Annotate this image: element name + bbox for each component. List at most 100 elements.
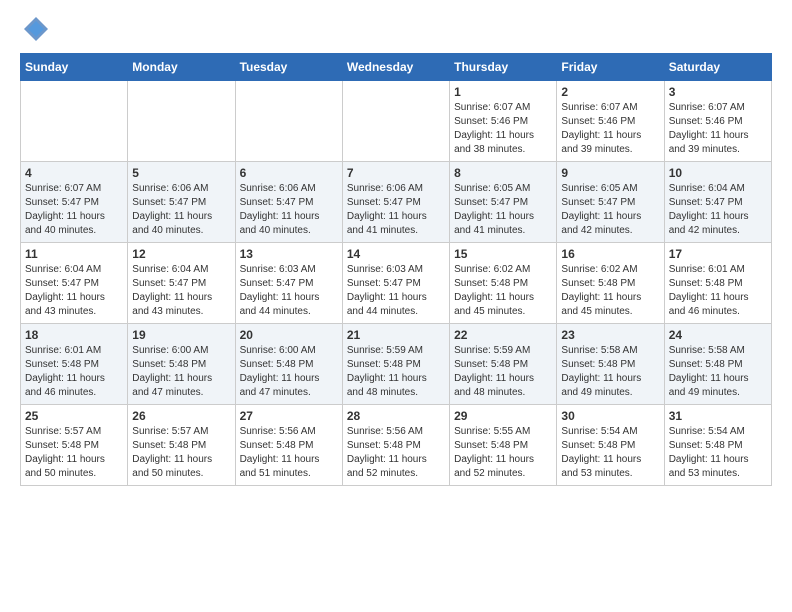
day-cell: 28 Sunrise: 5:56 AM Sunset: 5:48 PM Dayli… <box>342 405 449 486</box>
day-number: 8 <box>454 166 552 180</box>
weekday-header-row: SundayMondayTuesdayWednesdayThursdayFrid… <box>21 54 772 81</box>
day-info: Sunrise: 5:58 AM Sunset: 5:48 PM Dayligh… <box>561 344 659 400</box>
day-cell: 10 Sunrise: 6:04 AM Sunset: 5:47 PM Dayli… <box>664 162 771 243</box>
day-number: 7 <box>347 166 445 180</box>
day-info: Sunrise: 6:02 AM Sunset: 5:48 PM Dayligh… <box>561 263 659 319</box>
day-cell: 22 Sunrise: 5:59 AM Sunset: 5:48 PM Dayli… <box>450 324 557 405</box>
day-info: Sunrise: 6:00 AM Sunset: 5:48 PM Dayligh… <box>132 344 230 400</box>
day-cell: 19 Sunrise: 6:00 AM Sunset: 5:48 PM Dayli… <box>128 324 235 405</box>
day-info: Sunrise: 6:05 AM Sunset: 5:47 PM Dayligh… <box>454 182 552 238</box>
day-number: 14 <box>347 247 445 261</box>
week-row-3: 11Sunrise: 6:04 AM Sunset: 5:47 PM Dayli… <box>21 243 772 324</box>
weekday-header-sunday: Sunday <box>21 54 128 81</box>
day-info: Sunrise: 5:59 AM Sunset: 5:48 PM Dayligh… <box>347 344 445 400</box>
day-info: Sunrise: 5:54 AM Sunset: 5:48 PM Dayligh… <box>669 425 767 481</box>
day-cell: 6 Sunrise: 6:06 AM Sunset: 5:47 PM Daylig… <box>235 162 342 243</box>
day-cell <box>128 81 235 162</box>
day-number: 19 <box>132 328 230 342</box>
day-cell: 30 Sunrise: 5:54 AM Sunset: 5:48 PM Dayli… <box>557 405 664 486</box>
day-cell: 26Sunrise: 5:57 AM Sunset: 5:48 PM Dayli… <box>128 405 235 486</box>
weekday-header-tuesday: Tuesday <box>235 54 342 81</box>
day-cell: 21 Sunrise: 5:59 AM Sunset: 5:48 PM Dayli… <box>342 324 449 405</box>
week-row-1: 1 Sunrise: 6:07 AM Sunset: 5:46 PM Daylig… <box>21 81 772 162</box>
day-cell: 16Sunrise: 6:02 AM Sunset: 5:48 PM Dayli… <box>557 243 664 324</box>
day-info: Sunrise: 5:57 AM Sunset: 5:48 PM Dayligh… <box>132 425 230 481</box>
day-number: 21 <box>347 328 445 342</box>
day-info: Sunrise: 5:59 AM Sunset: 5:48 PM Dayligh… <box>454 344 552 400</box>
day-number: 13 <box>240 247 338 261</box>
day-number: 29 <box>454 409 552 423</box>
weekday-header-friday: Friday <box>557 54 664 81</box>
week-row-4: 18Sunrise: 6:01 AM Sunset: 5:48 PM Dayli… <box>21 324 772 405</box>
day-info: Sunrise: 6:07 AM Sunset: 5:46 PM Dayligh… <box>454 101 552 157</box>
calendar-body: 1 Sunrise: 6:07 AM Sunset: 5:46 PM Daylig… <box>21 81 772 486</box>
day-number: 1 <box>454 85 552 99</box>
day-number: 4 <box>25 166 123 180</box>
page-header <box>20 20 772 43</box>
day-cell: 7 Sunrise: 6:06 AM Sunset: 5:47 PM Daylig… <box>342 162 449 243</box>
day-cell: 1 Sunrise: 6:07 AM Sunset: 5:46 PM Daylig… <box>450 81 557 162</box>
day-number: 20 <box>240 328 338 342</box>
day-info: Sunrise: 6:06 AM Sunset: 5:47 PM Dayligh… <box>132 182 230 238</box>
day-number: 10 <box>669 166 767 180</box>
day-cell: 24Sunrise: 5:58 AM Sunset: 5:48 PM Dayli… <box>664 324 771 405</box>
day-cell: 5 Sunrise: 6:06 AM Sunset: 5:47 PM Daylig… <box>128 162 235 243</box>
day-cell <box>235 81 342 162</box>
day-cell: 14 Sunrise: 6:03 AM Sunset: 5:47 PM Dayli… <box>342 243 449 324</box>
day-number: 30 <box>561 409 659 423</box>
day-cell: 29 Sunrise: 5:55 AM Sunset: 5:48 PM Dayli… <box>450 405 557 486</box>
day-number: 5 <box>132 166 230 180</box>
day-cell <box>342 81 449 162</box>
day-info: Sunrise: 5:57 AM Sunset: 5:48 PM Dayligh… <box>25 425 123 481</box>
day-number: 9 <box>561 166 659 180</box>
day-number: 17 <box>669 247 767 261</box>
day-cell: 31 Sunrise: 5:54 AM Sunset: 5:48 PM Dayli… <box>664 405 771 486</box>
day-number: 31 <box>669 409 767 423</box>
day-cell: 15 Sunrise: 6:02 AM Sunset: 5:48 PM Dayli… <box>450 243 557 324</box>
day-number: 3 <box>669 85 767 99</box>
day-cell: 2 Sunrise: 6:07 AM Sunset: 5:46 PM Daylig… <box>557 81 664 162</box>
day-cell: 9Sunrise: 6:05 AM Sunset: 5:47 PM Daylig… <box>557 162 664 243</box>
day-info: Sunrise: 6:03 AM Sunset: 5:47 PM Dayligh… <box>240 263 338 319</box>
day-number: 6 <box>240 166 338 180</box>
day-info: Sunrise: 6:04 AM Sunset: 5:47 PM Dayligh… <box>132 263 230 319</box>
calendar-header: SundayMondayTuesdayWednesdayThursdayFrid… <box>21 54 772 81</box>
day-number: 28 <box>347 409 445 423</box>
day-info: Sunrise: 5:56 AM Sunset: 5:48 PM Dayligh… <box>347 425 445 481</box>
day-info: Sunrise: 6:00 AM Sunset: 5:48 PM Dayligh… <box>240 344 338 400</box>
day-cell: 20 Sunrise: 6:00 AM Sunset: 5:48 PM Dayli… <box>235 324 342 405</box>
day-info: Sunrise: 6:03 AM Sunset: 5:47 PM Dayligh… <box>347 263 445 319</box>
day-info: Sunrise: 6:04 AM Sunset: 5:47 PM Dayligh… <box>669 182 767 238</box>
day-number: 27 <box>240 409 338 423</box>
day-cell: 11Sunrise: 6:04 AM Sunset: 5:47 PM Dayli… <box>21 243 128 324</box>
week-row-5: 25 Sunrise: 5:57 AM Sunset: 5:48 PM Dayli… <box>21 405 772 486</box>
day-info: Sunrise: 6:07 AM Sunset: 5:46 PM Dayligh… <box>669 101 767 157</box>
calendar-table: SundayMondayTuesdayWednesdayThursdayFrid… <box>20 53 772 486</box>
day-cell: 8 Sunrise: 6:05 AM Sunset: 5:47 PM Daylig… <box>450 162 557 243</box>
day-info: Sunrise: 5:54 AM Sunset: 5:48 PM Dayligh… <box>561 425 659 481</box>
day-info: Sunrise: 5:56 AM Sunset: 5:48 PM Dayligh… <box>240 425 338 481</box>
day-cell: 23Sunrise: 5:58 AM Sunset: 5:48 PM Dayli… <box>557 324 664 405</box>
day-info: Sunrise: 6:01 AM Sunset: 5:48 PM Dayligh… <box>669 263 767 319</box>
day-cell: 13 Sunrise: 6:03 AM Sunset: 5:47 PM Dayli… <box>235 243 342 324</box>
day-info: Sunrise: 6:02 AM Sunset: 5:48 PM Dayligh… <box>454 263 552 319</box>
day-cell: 4Sunrise: 6:07 AM Sunset: 5:47 PM Daylig… <box>21 162 128 243</box>
day-number: 15 <box>454 247 552 261</box>
day-info: Sunrise: 5:55 AM Sunset: 5:48 PM Dayligh… <box>454 425 552 481</box>
day-cell: 12 Sunrise: 6:04 AM Sunset: 5:47 PM Dayli… <box>128 243 235 324</box>
weekday-header-wednesday: Wednesday <box>342 54 449 81</box>
day-number: 24 <box>669 328 767 342</box>
day-number: 25 <box>25 409 123 423</box>
day-cell: 27 Sunrise: 5:56 AM Sunset: 5:48 PM Dayli… <box>235 405 342 486</box>
day-number: 2 <box>561 85 659 99</box>
day-number: 22 <box>454 328 552 342</box>
day-info: Sunrise: 6:07 AM Sunset: 5:46 PM Dayligh… <box>561 101 659 157</box>
weekday-header-monday: Monday <box>128 54 235 81</box>
day-info: Sunrise: 6:06 AM Sunset: 5:47 PM Dayligh… <box>240 182 338 238</box>
day-cell <box>21 81 128 162</box>
day-number: 12 <box>132 247 230 261</box>
day-info: Sunrise: 6:04 AM Sunset: 5:47 PM Dayligh… <box>25 263 123 319</box>
logo <box>20 20 50 43</box>
day-info: Sunrise: 6:06 AM Sunset: 5:47 PM Dayligh… <box>347 182 445 238</box>
week-row-2: 4Sunrise: 6:07 AM Sunset: 5:47 PM Daylig… <box>21 162 772 243</box>
